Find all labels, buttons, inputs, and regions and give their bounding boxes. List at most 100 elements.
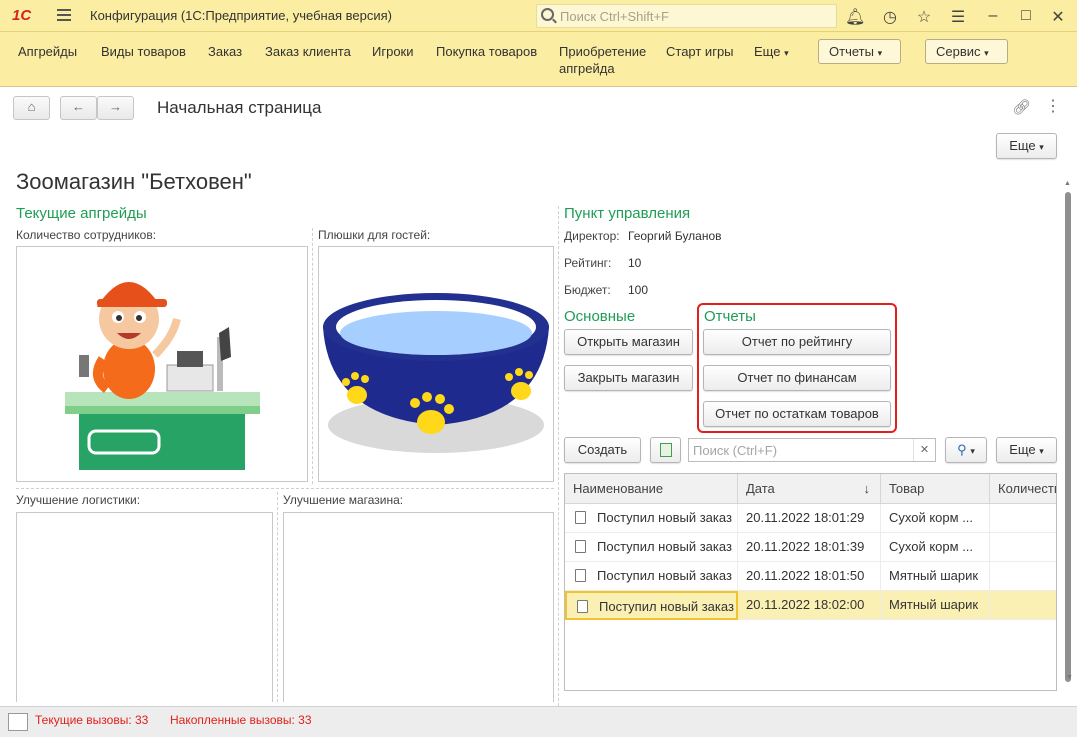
scroll-down-icon[interactable]: ▼ [1066,674,1073,681]
divider [277,492,278,702]
table-row[interactable]: Поступил новый заказ 20.11.2022 18:01:50 М… [565,562,1056,591]
cell-product-text: Сухой корм ... [889,510,974,525]
list-search-input[interactable]: Поиск (Ctrl+F) ✕ [688,438,936,462]
staff-label: Количество сотрудников: [16,228,157,242]
page-more-button[interactable]: Еще ▾ [996,133,1057,159]
table-header: Наименование Дата ↓ Товар Количество [565,474,1056,504]
store-upgrade-label: Улучшение магазина: [283,493,404,507]
cell-date-text: 20.11.2022 18:01:29 [746,510,865,525]
forward-arrow-icon[interactable]: → [97,96,134,120]
scrollbar-thumb[interactable] [1065,192,1071,682]
close-store-button[interactable]: Закрыть магазин [564,365,693,391]
column-header-qty[interactable]: Количество [990,474,1056,504]
service-menu-button[interactable]: Сервис ▾ [925,39,1008,64]
menu-item-product-types[interactable]: Виды товаров [101,43,186,60]
chevron-down-icon: ▾ [984,48,989,58]
home-page: ⌂ ← → Начальная страница 🔗︎ ⋮ Еще ▾ Зоом… [0,88,1077,706]
menu-item-more[interactable]: Еще ▾ [754,43,789,62]
reports-menu-button[interactable]: Отчеты ▾ [818,39,901,64]
chevron-down-icon: ▾ [784,48,789,58]
total-calls: Накопленные вызовы: 33 [170,713,312,727]
menu-item-buy-upgrade[interactable]: Приобретение апгрейда [559,43,659,77]
windows-icon[interactable] [8,713,28,731]
staff-image [16,246,308,482]
cell-product: Мятный шарик [881,591,990,620]
chevron-down-icon: ▾ [970,446,975,456]
search-options-button[interactable]: ⚲ ▾ [945,437,987,463]
cell-name-text: Поступил новый заказ [597,539,732,554]
bell-icon[interactable]: 🔔︎ [845,7,865,27]
menu-item-purchase[interactable]: Покупка товаров [436,43,537,60]
column-header-date[interactable]: Дата ↓ [738,474,881,504]
column-header-date-label: Дата [746,481,775,496]
global-search-input[interactable]: Поиск Ctrl+Shift+F [536,4,837,28]
page-title: Начальная страница [157,98,322,117]
settings-menu-icon[interactable]: ☰ [948,7,968,27]
cell-date: 20.11.2022 18:01:39 [738,533,881,562]
rating-value: 10 [628,256,642,270]
list-more-label: Еще [1009,442,1036,457]
chevron-down-icon: ▾ [877,48,883,58]
app-title: Конфигурация (1С:Предприятие, учебная ве… [90,8,392,23]
cell-product-text: Мятный шарик [889,568,979,583]
menu-item-start-game[interactable]: Старт игры [666,43,734,60]
clear-icon[interactable]: ✕ [913,439,935,461]
home-icon[interactable]: ⌂ [13,96,50,120]
scrollbar[interactable]: ▲ [1064,180,1072,685]
menu-item-client-order[interactable]: Заказ клиента [265,43,351,60]
column-header-name[interactable]: Наименование [565,474,738,504]
table-row[interactable]: Поступил новый заказ 20.11.2022 18:02:00 М… [565,591,1056,620]
more-actions-icon[interactable]: ⋮ [1045,96,1061,116]
column-header-product[interactable]: Товар [881,474,990,504]
cell-name: Поступил новый заказ [565,591,738,620]
create-button[interactable]: Создать [564,437,641,463]
cell-name-text: Поступил новый заказ [599,599,734,614]
director-label: Директор: [564,229,620,243]
cell-product: Сухой корм ... [881,533,990,562]
open-store-button[interactable]: Открыть магазин [564,329,693,355]
menu-item-upgrades[interactable]: Апгрейды [18,43,77,60]
document-icon [575,511,586,524]
rating-report-button[interactable]: Отчет по рейтингу [703,329,891,355]
finance-report-button[interactable]: Отчет по финансам [703,365,891,391]
star-icon[interactable]: ☆ [914,7,934,27]
cell-date-text: 20.11.2022 18:02:00 [746,597,865,612]
stock-report-button[interactable]: Отчет по остаткам товаров [703,401,891,427]
current-calls: Текущие вызовы: 33 [35,713,149,727]
main-menu-icon[interactable] [57,9,71,21]
back-arrow-icon[interactable]: ← [60,96,97,120]
cell-product-text: Мятный шарик [889,597,979,612]
list-more-button[interactable]: Еще ▾ [996,437,1057,463]
cell-qty [990,562,1056,591]
maximize-icon[interactable]: □ [1016,7,1036,25]
global-search-placeholder: Поиск Ctrl+Shift+F [560,9,669,24]
title-bar: 1С Конфигурация (1С:Предприятие, учебная… [0,0,1077,32]
menu-item-order[interactable]: Заказ [208,43,242,60]
menu-item-players[interactable]: Игроки [372,43,414,60]
table-row[interactable]: Поступил новый заказ 20.11.2022 18:01:29 С… [565,504,1056,533]
store-upgrade-image [283,512,554,702]
search-icon: ⚲ [957,442,967,457]
list-search-placeholder: Поиск (Ctrl+F) [693,443,778,458]
control-title: Пункт управления [564,205,691,222]
link-icon[interactable]: 🔗︎ [1012,98,1031,116]
cell-name: Поступил новый заказ [565,504,738,533]
cell-date: 20.11.2022 18:01:29 [738,504,881,533]
document-icon [575,569,586,582]
minimize-icon[interactable]: – [983,7,1003,25]
history-icon[interactable]: ◷ [880,7,900,27]
cell-name-text: Поступил новый заказ [597,568,732,583]
store-heading: Зоомагазин "Бетховен" [16,169,252,194]
copy-doc-icon[interactable] [650,437,681,463]
cell-date: 20.11.2022 18:02:00 [738,591,881,620]
status-bar: Текущие вызовы: 33 Накопленные вызовы: 3… [0,706,1077,737]
sections-panel: Апгрейды Виды товаров Заказ Заказ клиент… [0,32,1077,87]
cell-date: 20.11.2022 18:01:50 [738,562,881,591]
page-more-label: Еще [1009,138,1036,153]
cell-date-text: 20.11.2022 18:01:39 [746,539,865,554]
scroll-up-icon[interactable]: ▲ [1064,180,1071,187]
app-logo: 1С [12,7,32,24]
close-icon[interactable]: ✕ [1048,7,1068,27]
table-row[interactable]: Поступил новый заказ 20.11.2022 18:01:39 С… [565,533,1056,562]
logistics-label: Улучшение логистики: [16,493,141,507]
